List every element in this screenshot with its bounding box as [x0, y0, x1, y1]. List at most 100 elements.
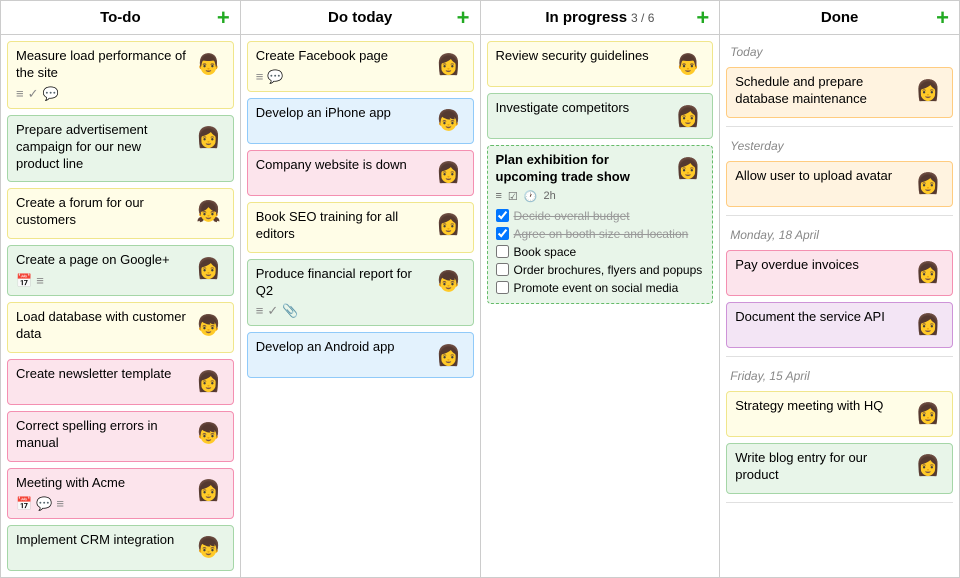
- card-dn3[interactable]: Pay overdue invoices 👩: [726, 250, 953, 296]
- card-meta-ip3: ≡☑🕐2h: [496, 190, 667, 203]
- card-dn6[interactable]: Write blog entry for our product👩: [726, 443, 953, 494]
- card-td5[interactable]: Load database with customer data👦: [7, 302, 234, 353]
- list-icon: ≡: [56, 496, 64, 512]
- card-content-td3: Create a forum for our customers: [16, 195, 187, 232]
- avatar-dt6: 👩: [433, 339, 465, 371]
- avatar-td6: 👩: [193, 366, 225, 398]
- column-body-done: Today Schedule and prepare database maint…: [720, 35, 959, 577]
- done-section-label: Yesterday: [726, 135, 953, 155]
- check-icon: ✓: [267, 303, 278, 319]
- avatar-dn4: 👩: [912, 309, 944, 341]
- card-td4[interactable]: Create a page on Google+ 📅≡ 👩: [7, 245, 234, 296]
- card-content-dn1: Schedule and prepare database maintenanc…: [735, 74, 906, 111]
- card-content-td5: Load database with customer data: [16, 309, 187, 346]
- checklist-checkbox-0[interactable]: [496, 209, 509, 222]
- column-dotoday: Do today+Create Facebook page≡💬👩Develop …: [241, 1, 481, 577]
- card-dt3[interactable]: Company website is down👩: [247, 150, 474, 196]
- column-title-todo: To-do: [100, 9, 141, 26]
- card-content-ip1: Review security guidelines: [496, 48, 667, 68]
- card-dt5[interactable]: Produce financial report for Q2≡✓📎👦: [247, 259, 474, 327]
- checklist-checkbox-3[interactable]: [496, 263, 509, 276]
- avatar-td8: 👩: [193, 475, 225, 507]
- card-title-dn5: Strategy meeting with HQ: [735, 398, 906, 415]
- avatar-td4: 👩: [193, 252, 225, 284]
- card-dn1[interactable]: Schedule and prepare database maintenanc…: [726, 67, 953, 118]
- checklist-checkbox-2[interactable]: [496, 245, 509, 258]
- column-header-inprogress: In progress 3 / 6 +: [481, 1, 720, 35]
- checklist-text-4: Promote event on social media: [514, 281, 679, 295]
- avatar-td5: 👦: [193, 309, 225, 341]
- list-icon: ≡: [16, 86, 24, 102]
- card-td6[interactable]: Create newsletter template 👩: [7, 359, 234, 405]
- column-inprogress: In progress 3 / 6 + Review security guidel…: [481, 1, 721, 577]
- add-card-button-dotoday[interactable]: +: [457, 7, 470, 29]
- card-ip3[interactable]: Plan exhibition for upcoming trade show≡…: [487, 145, 714, 304]
- card-content-dn6: Write blog entry for our product: [735, 450, 906, 487]
- card-title-td7: Correct spelling errors in manual: [16, 418, 187, 452]
- card-content-dt2: Develop an iPhone app: [256, 105, 427, 125]
- card-title-dn3: Pay overdue invoices: [735, 257, 906, 274]
- column-title-done: Done: [821, 9, 859, 26]
- card-content-dn2: Allow user to upload avatar: [735, 168, 906, 188]
- card-icons-td4: 📅≡: [16, 273, 187, 289]
- column-title-inprogress: In progress: [545, 9, 627, 26]
- card-title-dt6: Develop an Android app: [256, 339, 427, 356]
- list-icon: ≡: [256, 69, 264, 85]
- card-content-dn4: Document the service API: [735, 309, 906, 329]
- card-content-td6: Create newsletter template: [16, 366, 187, 386]
- avatar-td3: 👧: [193, 195, 225, 227]
- card-content-dt6: Develop an Android app: [256, 339, 427, 359]
- column-badge-inprogress: 3 / 6: [631, 11, 654, 25]
- column-header-done: Done +: [720, 1, 959, 35]
- card-td1[interactable]: Measure load performance of the site≡✓💬👨: [7, 41, 234, 109]
- card-td7[interactable]: Correct spelling errors in manual👦: [7, 411, 234, 462]
- column-body-dotoday: Create Facebook page≡💬👩 Develop an iPhone…: [241, 35, 480, 577]
- card-icons-dt1: ≡💬: [256, 69, 427, 85]
- card-dn5[interactable]: Strategy meeting with HQ👩: [726, 391, 953, 437]
- column-body-inprogress: Review security guidelines👨 Investigate c…: [481, 35, 720, 577]
- avatar-dn3: 👩: [912, 257, 944, 289]
- card-title-td6: Create newsletter template: [16, 366, 187, 383]
- checklist-checkbox-4[interactable]: [496, 281, 509, 294]
- time-value: 2h: [544, 190, 556, 202]
- card-dt6[interactable]: Develop an Android app 👩: [247, 332, 474, 378]
- card-td2[interactable]: Prepare advertisement campaign for our n…: [7, 115, 234, 183]
- card-title-td4: Create a page on Google+: [16, 252, 187, 269]
- card-content-dn3: Pay overdue invoices: [735, 257, 906, 277]
- card-title-td1: Measure load performance of the site: [16, 48, 187, 82]
- add-card-button-done[interactable]: +: [936, 7, 949, 29]
- avatar-dn1: 👩: [912, 74, 944, 106]
- card-title-ip2: Investigate competitors: [496, 100, 667, 117]
- avatar-dt4: 👩: [433, 209, 465, 241]
- card-dn4[interactable]: Document the service API 👩: [726, 302, 953, 348]
- card-td3[interactable]: Create a forum for our customers👧: [7, 188, 234, 239]
- card-content-dt3: Company website is down: [256, 157, 427, 177]
- checklist-checkbox-1[interactable]: [496, 227, 509, 240]
- add-card-button-inprogress[interactable]: +: [696, 7, 709, 29]
- card-title-dn2: Allow user to upload avatar: [735, 168, 906, 185]
- avatar-dn2: 👩: [912, 168, 944, 200]
- card-content-dt4: Book SEO training for all editors: [256, 209, 427, 246]
- checklist-text-2: Book space: [514, 245, 577, 259]
- card-dt1[interactable]: Create Facebook page≡💬👩: [247, 41, 474, 92]
- bubble-icon: 💬: [43, 86, 59, 102]
- avatar-td2: 👩: [193, 122, 225, 154]
- card-td9[interactable]: Implement CRM integration👦: [7, 525, 234, 571]
- card-td8[interactable]: Meeting with Acme📅💬≡👩: [7, 468, 234, 519]
- card-content-ip2: Investigate competitors: [496, 100, 667, 120]
- checklist-text-0: Decide overall budget: [514, 209, 630, 223]
- card-ip1[interactable]: Review security guidelines👨: [487, 41, 714, 87]
- list-icon: ≡: [36, 273, 44, 289]
- done-section-label: Today: [726, 41, 953, 61]
- avatar-td7: 👦: [193, 418, 225, 450]
- add-card-button-todo[interactable]: +: [217, 7, 230, 29]
- card-dn2[interactable]: Allow user to upload avatar 👩: [726, 161, 953, 207]
- card-content-td2: Prepare advertisement campaign for our n…: [16, 122, 187, 176]
- checklist-icon: ☑: [508, 190, 518, 203]
- card-title-td3: Create a forum for our customers: [16, 195, 187, 229]
- card-title-dt2: Develop an iPhone app: [256, 105, 427, 122]
- card-ip2[interactable]: Investigate competitors👩: [487, 93, 714, 139]
- card-dt2[interactable]: Develop an iPhone app👦: [247, 98, 474, 144]
- card-dt4[interactable]: Book SEO training for all editors👩: [247, 202, 474, 253]
- card-title-td5: Load database with customer data: [16, 309, 187, 343]
